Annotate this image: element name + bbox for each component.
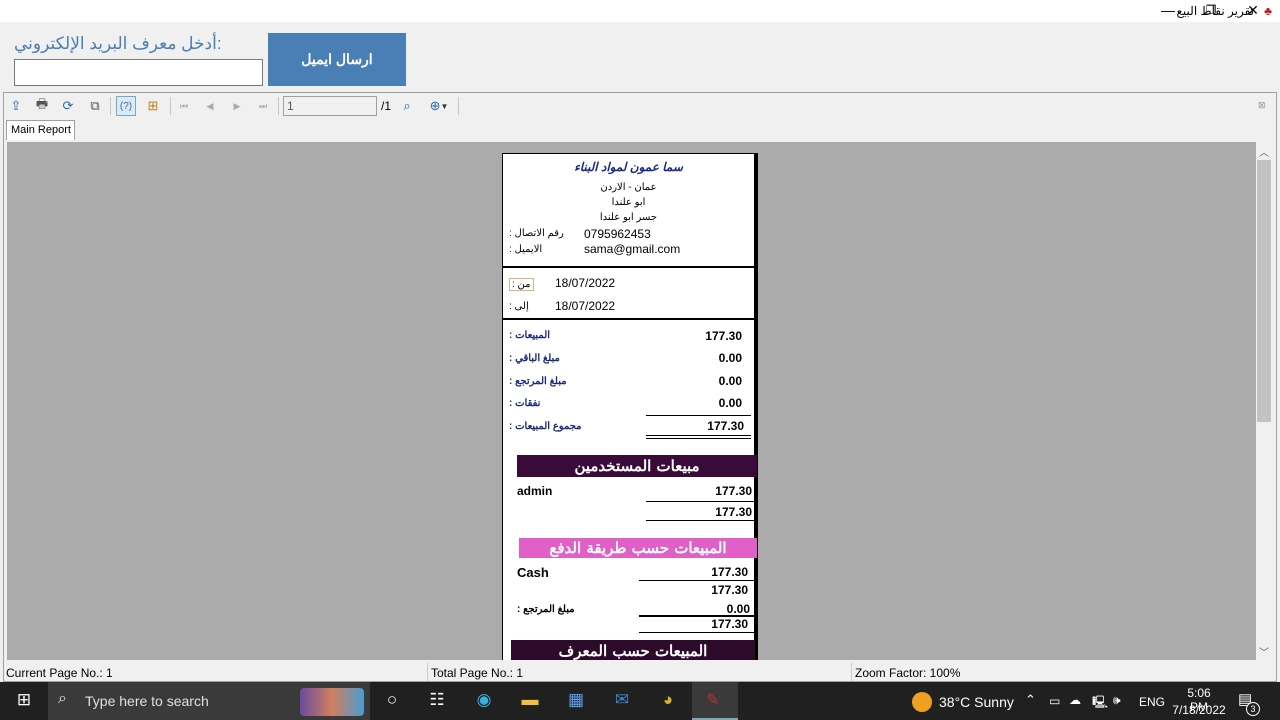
volume-icon[interactable]: 🕪 (1113, 693, 1121, 708)
page-total: /1 (381, 99, 392, 113)
email-label: :أدخل معرف البريد الإلكتروني (14, 34, 222, 53)
total-label: مجموع المبيعات : (509, 421, 582, 432)
summary-value: 0.00 (718, 396, 742, 410)
toolbar-separator (110, 97, 111, 115)
toolbar-separator (458, 97, 459, 115)
total-value: 177.30 (707, 419, 744, 433)
export-icon[interactable]: ⇪ (6, 96, 26, 116)
chrome-icon[interactable]: ◕ (656, 690, 680, 712)
email-label: الايميل : (509, 244, 543, 255)
refresh-icon[interactable]: ⟳ (58, 96, 78, 116)
total-page-status: Total Page No.: 1 (431, 666, 524, 680)
file-explorer-icon[interactable]: ▬ (518, 690, 542, 712)
weather-icon[interactable] (912, 692, 932, 712)
payment-method-name: Cash (517, 565, 549, 580)
report-page: سما عمون لمواد البناء عمان - الاردن ابو … (502, 153, 758, 660)
edge-icon[interactable]: ◉ (472, 690, 496, 712)
send-email-button[interactable]: ارسال ايميل (268, 33, 406, 86)
close-tab-icon[interactable]: ⊠ (1258, 100, 1266, 111)
scroll-up-icon[interactable]: ︿ (1259, 144, 1269, 159)
toolbar-separator (278, 97, 279, 115)
copy-icon[interactable]: ⧉ (85, 96, 105, 116)
meet-icon[interactable]: ▭ (1049, 694, 1060, 708)
from-label: من : (509, 278, 534, 291)
scroll-down-icon[interactable]: ﹀ (1259, 644, 1269, 659)
report-canvas: سما عمون لمواد البناء عمان - الاردن ابو … (7, 142, 1256, 660)
clock-date[interactable]: 7/18/2022 (1170, 703, 1228, 717)
zoom-factor-status: Zoom Factor: 100% (855, 666, 961, 680)
search-icon: ⌕ (58, 690, 67, 707)
help-icon[interactable]: (?) (116, 96, 136, 116)
network-icon[interactable]: 🖳 (1092, 693, 1108, 714)
toolbar-separator (170, 97, 171, 115)
search-placeholder: Type here to search (85, 693, 209, 709)
next-page-icon[interactable]: ▶ (227, 96, 247, 116)
task-view-icon[interactable]: ○ (380, 690, 404, 712)
phone-label: رقم الاتصال : (509, 228, 564, 239)
weather-text[interactable]: 38°C Sunny (939, 694, 1014, 710)
payment-method-value: 177.30 (711, 565, 748, 579)
payment-total: 177.30 (711, 583, 748, 597)
users-sales-header: مبيعات المستخدمين (517, 455, 757, 477)
summary-value: 0.00 (718, 374, 742, 388)
returns-value: 0.00 (726, 602, 750, 616)
pos-app-taskbar-button[interactable]: ✎ (692, 682, 738, 720)
email-value: sama@gmail.com (584, 242, 681, 256)
address-line: ابو علندا (611, 197, 646, 208)
page-number-input[interactable] (283, 96, 377, 116)
address-line: عمان - الاردن (600, 182, 657, 193)
users-total: 177.30 (715, 505, 752, 519)
mail-icon[interactable]: ✉ (610, 690, 634, 712)
address-line: جسر ابو علندا (599, 212, 658, 223)
prev-page-icon[interactable]: ◀ (200, 96, 220, 116)
print-icon[interactable]: 🖶 (32, 96, 52, 116)
user-name: admin (517, 484, 553, 498)
close-button[interactable]: ✕ (1230, 0, 1276, 22)
email-input[interactable] (14, 59, 263, 86)
scrollbar-thumb[interactable] (1257, 160, 1271, 422)
last-page-icon[interactable]: ⏭ (253, 96, 273, 116)
search-highlight-image (300, 688, 364, 716)
user-sales-value: 177.30 (715, 484, 752, 498)
sales-by-id-header: المبيعات حسب المعرف (511, 640, 755, 660)
current-page-status: Current Page No.: 1 (6, 666, 113, 680)
first-page-icon[interactable]: ⏮ (174, 96, 194, 116)
title-bar: ♣ تقرير نقاط البيع — ❐ ✕ (0, 0, 1280, 22)
language-indicator[interactable]: ENG (1139, 695, 1165, 709)
status-bar (0, 662, 1280, 682)
phone-value: 0795962453 (584, 227, 651, 241)
payment-method-header: المبيعات حسب طريقة الدفع (519, 538, 757, 558)
returns-label: مبلغ المرتجع : (517, 604, 575, 615)
onedrive-icon[interactable]: ☁ (1069, 693, 1081, 707)
summary-label: نفقات : (509, 398, 541, 409)
to-label: إلى : (509, 301, 529, 312)
store-icon[interactable]: ▦ (564, 690, 588, 712)
taskbar-search[interactable]: ⌕ Type here to search (48, 682, 370, 720)
summary-label: مبلغ المرتجع : (509, 376, 567, 387)
pos-app-icon: ✎ (706, 692, 720, 709)
windows-start-icon[interactable]: ⊞ (12, 690, 36, 712)
find-icon[interactable]: ⌕ (397, 96, 417, 116)
summary-label: مبلغ الباقي : (509, 353, 560, 364)
widgets-icon[interactable]: ☷ (425, 690, 449, 712)
tab-main-report[interactable]: Main Report (6, 120, 75, 140)
to-date: 18/07/2022 (555, 299, 616, 313)
zoom-icon[interactable]: ⊕ ▼ (424, 96, 454, 116)
summary-label: المبيعات : (509, 330, 551, 341)
net-total: 177.30 (711, 617, 748, 631)
minimize-button[interactable]: — (1145, 0, 1191, 22)
summary-value: 177.30 (705, 329, 742, 343)
maximize-button[interactable]: ❐ (1188, 0, 1234, 22)
notification-count: 3 (1246, 702, 1260, 716)
summary-value: 0.00 (718, 351, 742, 365)
from-date: 18/07/2022 (555, 276, 616, 290)
company-name: سما عمون لمواد البناء (574, 160, 683, 174)
tray-chevron-icon[interactable]: ⌃ (1025, 692, 1036, 708)
group-tree-icon[interactable]: ⊞ (143, 96, 163, 116)
